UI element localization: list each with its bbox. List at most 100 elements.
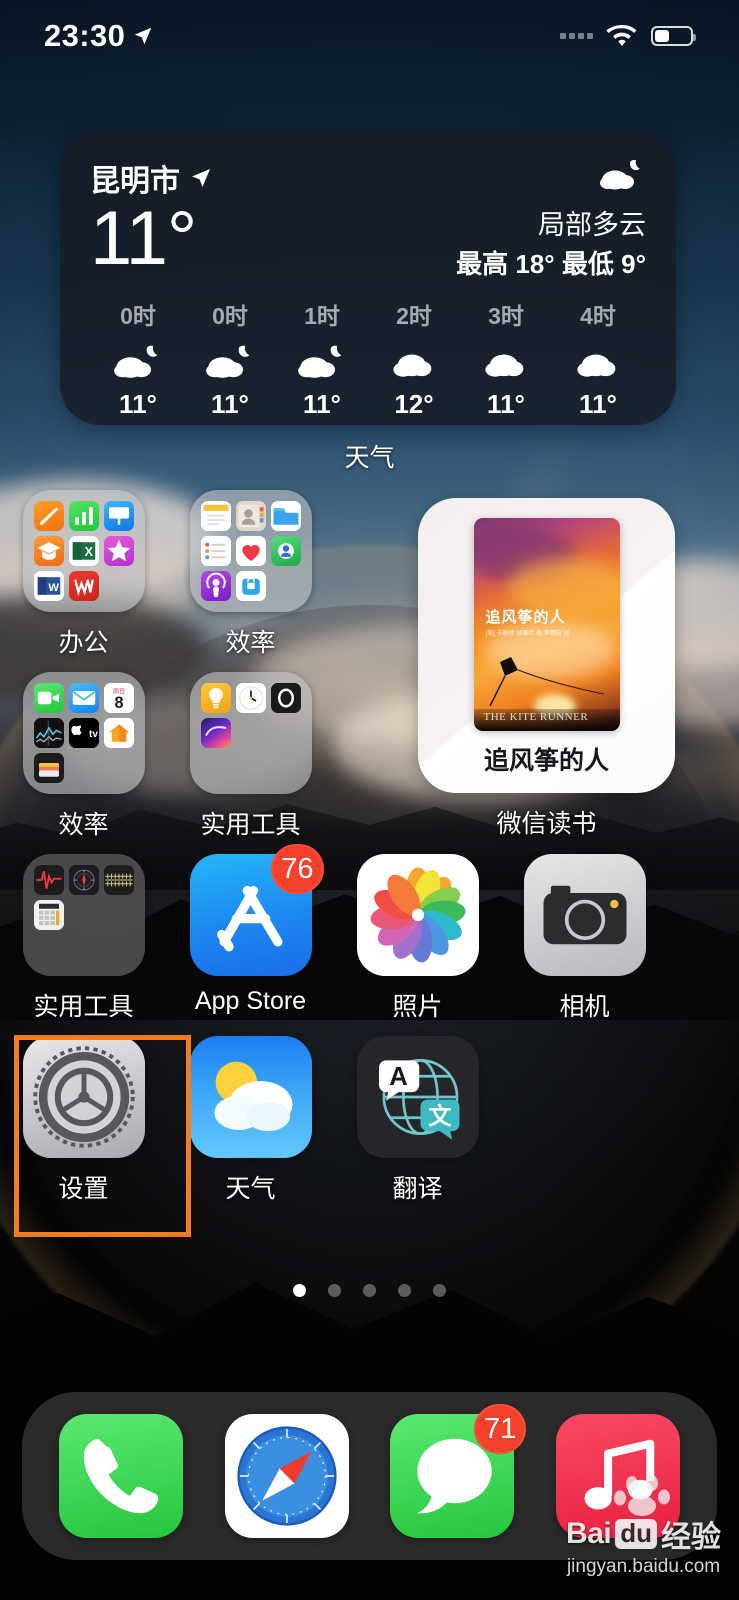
weather-hour-temp: 11° <box>211 389 249 419</box>
dock-item-messages[interactable]: 71 <box>390 1404 527 1538</box>
weather-hour-item: 0时 11° <box>94 297 182 420</box>
mini-compass-icon <box>68 865 99 895</box>
status-bar: 23:30 <box>0 0 739 72</box>
mini-reminders-icon <box>200 536 231 566</box>
page-dot-5[interactable] <box>433 1284 446 1297</box>
app-translate[interactable]: A 文 翻译 <box>334 1036 501 1218</box>
cloud-icon <box>388 339 440 383</box>
weather-hour-time: 1时 <box>304 303 340 329</box>
moon-cloud-icon <box>600 159 640 190</box>
weather-high-low: 最高 18° 最低 9° <box>456 249 646 279</box>
folder-label: 效率 <box>225 629 276 657</box>
weather-current-temp: 11° <box>90 196 197 281</box>
weather-hour-time: 0时 <box>212 303 248 329</box>
app-settings[interactable]: 设置 <box>0 1036 167 1218</box>
weather-hour-time: 0时 <box>120 303 156 329</box>
app-label: 翻译 <box>392 1175 443 1203</box>
app-row-2: 周日 8 tv 效率 实用工具 <box>0 672 739 854</box>
mini-empty <box>236 753 266 783</box>
mini-stocks-icon <box>33 718 64 748</box>
location-arrow-icon <box>192 169 210 187</box>
mini-empty <box>104 935 134 965</box>
weather-condition-block: 局部多云 最高 18° 最低 9° <box>456 156 646 281</box>
mini-appletv-icon: tv <box>68 718 99 748</box>
app-label: 相机 <box>559 993 610 1021</box>
weather-hour-time: 4时 <box>580 303 616 329</box>
mini-health-icon <box>235 536 266 566</box>
weather-hour-item: 1时 11° <box>278 297 366 420</box>
dock-item-phone[interactable] <box>58 1414 183 1538</box>
mini-excel-icon: X <box>68 536 99 566</box>
translate-icon: A 文 <box>356 1036 479 1158</box>
page-dot-2[interactable] <box>328 1284 341 1297</box>
messages-badge: 71 <box>474 1404 527 1454</box>
weather-hour-time: 3时 <box>488 303 524 329</box>
page-dot-4[interactable] <box>398 1284 411 1297</box>
cloud-icon <box>572 339 624 383</box>
mini-education-icon <box>33 536 64 566</box>
weather-current-block: 昆明市 11° <box>90 156 213 281</box>
home-screen: 23:30 昆明市 11° 局部多云 最高 18° 最低 9° 0时 11° 0… <box>0 0 739 1600</box>
folder-productivity-2[interactable]: 周日 8 tv 效率 <box>0 672 167 854</box>
dock-item-safari[interactable] <box>224 1414 349 1538</box>
baidu-watermark-brand: Bai du 经验 <box>566 1512 721 1556</box>
mini-mail-icon <box>68 683 99 713</box>
mini-star-icon <box>103 536 134 566</box>
mini-empty <box>271 571 301 601</box>
app-camera[interactable]: 相机 <box>501 854 668 1036</box>
svg-text:8: 8 <box>114 694 123 712</box>
mini-siri-icon <box>200 718 231 748</box>
folder-utilities-1[interactable]: 实用工具 <box>167 672 334 854</box>
folder-icon-utilities-dark <box>22 854 145 976</box>
svg-text:tv: tv <box>89 729 98 740</box>
weather-hour-temp: 12° <box>394 389 434 419</box>
svg-text:文: 文 <box>428 1103 452 1129</box>
moon-cloud-icon <box>204 339 256 383</box>
folder-icon-productivity <box>189 490 312 612</box>
moon-cloud-icon <box>112 339 164 383</box>
weather-hour-temp: 11° <box>119 389 157 419</box>
weather-condition-text: 局部多云 <box>538 210 646 240</box>
folder-utilities-2[interactable]: 实用工具 <box>0 854 167 1036</box>
mini-empty <box>34 935 64 965</box>
weather-hour-time: 2时 <box>396 303 432 329</box>
page-dot-3[interactable] <box>363 1284 376 1297</box>
weather-city-name: 昆明市 <box>90 165 180 198</box>
baidu-du-text: du <box>615 1519 657 1549</box>
baidu-watermark-url: jingyan.baidu.com <box>566 1556 721 1577</box>
svg-text:A: A <box>389 1063 408 1091</box>
app-weather[interactable]: 天气 <box>167 1036 334 1218</box>
weather-widget-header: 昆明市 11° 局部多云 最高 18° 最低 9° <box>90 156 646 281</box>
mini-shortcuts-icon <box>235 571 266 601</box>
location-arrow-icon <box>135 27 152 45</box>
mini-findmy-icon <box>270 536 301 566</box>
folder-label: 实用工具 <box>200 811 301 839</box>
weather-hour-item: 0时 11° <box>186 297 274 420</box>
mini-empty <box>201 753 231 783</box>
app-store-badge: 76 <box>271 844 324 894</box>
app-photos[interactable]: 照片 <box>334 854 501 1036</box>
mini-contacts-icon <box>235 501 266 531</box>
moon-cloud-icon <box>296 339 348 383</box>
mini-keynote-icon <box>103 501 134 531</box>
status-bar-left: 23:30 <box>44 18 154 54</box>
mini-voice-memos-icon <box>33 865 64 895</box>
folder-office[interactable]: X W 办公 <box>0 490 167 672</box>
photos-icon <box>356 854 479 976</box>
weather-widget[interactable]: 昆明市 11° 局部多云 最高 18° 最低 9° 0时 11° 0时 11° … <box>60 130 676 425</box>
battery-icon <box>651 26 696 46</box>
folder-icon-office: X W <box>22 490 145 612</box>
weather-hourly-forecast: 0时 11° 0时 11° 1时 11° 2时 12° 3时 11° 4时 11… <box>90 297 646 420</box>
baidu-paw-icon <box>613 1475 670 1516</box>
cellular-dots-icon <box>560 33 593 39</box>
folder-productivity-1[interactable]: 效率 <box>167 490 334 672</box>
page-indicator[interactable] <box>0 1284 739 1297</box>
mini-tips-icon <box>200 683 231 713</box>
page-dot-1[interactable] <box>293 1284 306 1297</box>
app-label: 照片 <box>392 993 443 1021</box>
phone-icon <box>58 1414 183 1538</box>
baidu-jingyan-text: 经验 <box>661 1521 721 1554</box>
app-app-store[interactable]: 76 App Store <box>167 844 334 1036</box>
baidu-watermark: Bai du 经验 jingyan.baidu.com <box>566 1474 721 1578</box>
mini-word-icon: W <box>33 571 64 601</box>
